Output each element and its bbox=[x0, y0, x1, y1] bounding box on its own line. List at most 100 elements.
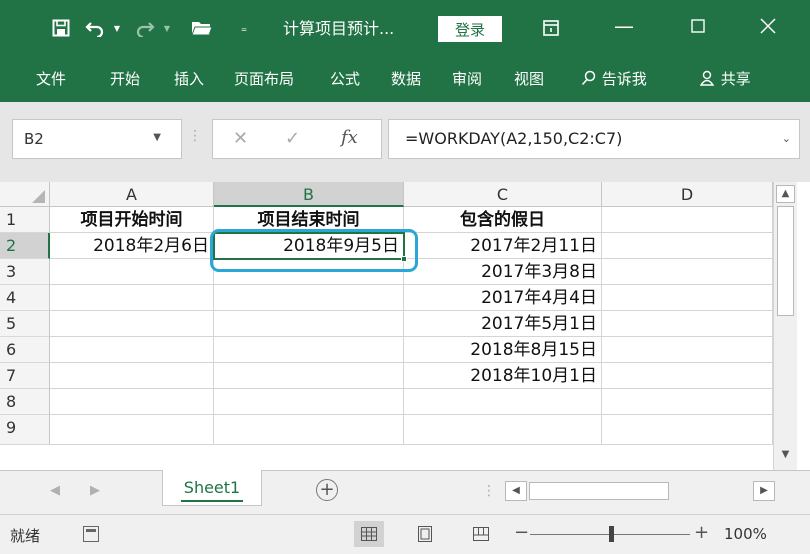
cell-b5[interactable] bbox=[214, 311, 404, 337]
name-box[interactable]: B2 ▼ bbox=[12, 119, 182, 159]
horizontal-scrollbar[interactable]: ◀ ▶ bbox=[505, 481, 775, 501]
column-header-d[interactable]: D bbox=[602, 182, 773, 207]
vertical-scroll-thumb[interactable] bbox=[777, 206, 794, 316]
scroll-right-icon[interactable]: ▶ bbox=[753, 481, 775, 501]
tab-data[interactable]: 数据 bbox=[391, 68, 421, 89]
zoom-in-icon[interactable]: + bbox=[694, 522, 709, 543]
zoom-slider-thumb[interactable] bbox=[609, 526, 614, 542]
horizontal-scroll-thumb[interactable] bbox=[529, 482, 669, 500]
share-button[interactable]: 共享 bbox=[699, 68, 751, 90]
cell-c9[interactable] bbox=[404, 415, 602, 445]
row-header-1[interactable]: 1 bbox=[0, 207, 50, 233]
chevron-down-icon[interactable]: ▼ bbox=[153, 132, 161, 143]
expand-formula-bar-icon[interactable]: ⌄ bbox=[782, 132, 791, 145]
column-header-b[interactable]: B bbox=[214, 182, 404, 207]
cell-b8[interactable] bbox=[214, 389, 404, 415]
search-icon bbox=[581, 70, 597, 90]
page-break-view-icon[interactable] bbox=[466, 521, 496, 547]
undo-icon[interactable] bbox=[84, 14, 106, 42]
scroll-up-icon[interactable]: ▲ bbox=[776, 185, 795, 203]
cancel-icon[interactable]: ✕ bbox=[233, 128, 248, 149]
tell-me-search[interactable]: 告诉我 bbox=[581, 68, 647, 90]
cell-d9[interactable] bbox=[602, 415, 773, 445]
normal-view-icon[interactable] bbox=[354, 521, 384, 547]
cell-b6[interactable] bbox=[214, 337, 404, 363]
undo-dropdown-icon[interactable]: ▼ bbox=[112, 14, 122, 42]
cell-c6[interactable]: 2018年8月15日 bbox=[404, 337, 602, 363]
maximize-icon[interactable] bbox=[678, 10, 718, 42]
cell-a5[interactable] bbox=[50, 311, 214, 337]
tab-splitter-icon[interactable]: ⋮ bbox=[482, 483, 496, 499]
row-header-8[interactable]: 8 bbox=[0, 389, 50, 415]
cell-a9[interactable] bbox=[50, 415, 214, 445]
login-button[interactable]: 登录 bbox=[438, 16, 502, 42]
cell-c1[interactable]: 包含的假日 bbox=[404, 207, 602, 233]
insert-function-icon[interactable]: fx bbox=[341, 127, 358, 148]
sheet-tab-sheet1[interactable]: Sheet1 bbox=[162, 470, 262, 506]
tab-formulas[interactable]: 公式 bbox=[330, 68, 360, 89]
cell-c5[interactable]: 2017年5月1日 bbox=[404, 311, 602, 337]
cell-d4[interactable] bbox=[602, 285, 773, 311]
macro-record-icon[interactable] bbox=[83, 526, 99, 542]
tab-view[interactable]: 视图 bbox=[514, 68, 544, 89]
row-header-4[interactable]: 4 bbox=[0, 285, 50, 311]
cell-c7[interactable]: 2018年10月1日 bbox=[404, 363, 602, 389]
row-header-6[interactable]: 6 bbox=[0, 337, 50, 363]
prev-sheet-icon[interactable]: ◀ bbox=[50, 483, 60, 498]
cell-b7[interactable] bbox=[214, 363, 404, 389]
formula-bar[interactable]: =WORKDAY(A2,150,C2:C7) ⌄ bbox=[388, 119, 800, 159]
tab-review[interactable]: 审阅 bbox=[452, 68, 482, 89]
cell-d1[interactable] bbox=[602, 207, 773, 233]
cell-d8[interactable] bbox=[602, 389, 773, 415]
redo-dropdown-icon[interactable]: ▼ bbox=[162, 14, 172, 42]
cell-a4[interactable] bbox=[50, 285, 214, 311]
row-header-2[interactable]: 2 bbox=[0, 233, 50, 259]
select-all-button[interactable] bbox=[0, 182, 50, 207]
vertical-scrollbar[interactable]: ▲ ▼ bbox=[773, 182, 797, 470]
close-icon[interactable] bbox=[748, 10, 788, 42]
cell-c8[interactable] bbox=[404, 389, 602, 415]
cell-b9[interactable] bbox=[214, 415, 404, 445]
cell-a1[interactable]: 项目开始时间 bbox=[50, 207, 214, 233]
page-layout-view-icon[interactable] bbox=[410, 521, 440, 547]
scroll-left-icon[interactable]: ◀ bbox=[505, 481, 527, 501]
redo-icon[interactable] bbox=[134, 14, 156, 42]
cell-c3[interactable]: 2017年3月8日 bbox=[404, 259, 602, 285]
save-icon[interactable] bbox=[50, 14, 72, 42]
resize-handle-icon[interactable]: ⋮ bbox=[188, 128, 202, 144]
cell-a2[interactable]: 2018年2月6日 bbox=[50, 233, 214, 259]
cell-d7[interactable] bbox=[602, 363, 773, 389]
cell-c4[interactable]: 2017年4月4日 bbox=[404, 285, 602, 311]
formula-area: B2 ▼ ⋮ ✕ ✓ fx =WORKDAY(A2,150,C2:C7) ⌄ bbox=[0, 102, 810, 182]
cell-d3[interactable] bbox=[602, 259, 773, 285]
enter-icon[interactable]: ✓ bbox=[285, 128, 300, 149]
customize-toolbar-icon[interactable]: ₌ bbox=[238, 14, 250, 42]
tab-insert[interactable]: 插入 bbox=[174, 68, 204, 89]
cell-d2[interactable] bbox=[602, 233, 773, 259]
tab-file[interactable]: 文件 bbox=[36, 68, 66, 89]
zoom-level[interactable]: 100% bbox=[724, 525, 767, 543]
row-header-9[interactable]: 9 bbox=[0, 415, 50, 445]
cell-d5[interactable] bbox=[602, 311, 773, 337]
cell-b4[interactable] bbox=[214, 285, 404, 311]
row-header-3[interactable]: 3 bbox=[0, 259, 50, 285]
minimize-icon[interactable]: — bbox=[604, 10, 644, 42]
cell-a7[interactable] bbox=[50, 363, 214, 389]
tab-page-layout[interactable]: 页面布局 bbox=[234, 68, 294, 89]
cell-a6[interactable] bbox=[50, 337, 214, 363]
row-header-5[interactable]: 5 bbox=[0, 311, 50, 337]
next-sheet-icon[interactable]: ▶ bbox=[90, 483, 100, 498]
cell-d6[interactable] bbox=[602, 337, 773, 363]
add-sheet-icon[interactable]: + bbox=[316, 479, 338, 501]
column-header-c[interactable]: C bbox=[404, 182, 602, 207]
cell-c2[interactable]: 2017年2月11日 bbox=[404, 233, 602, 259]
cell-a8[interactable] bbox=[50, 389, 214, 415]
cell-a3[interactable] bbox=[50, 259, 214, 285]
zoom-out-icon[interactable]: − bbox=[514, 522, 529, 543]
column-header-a[interactable]: A bbox=[50, 182, 214, 207]
row-header-7[interactable]: 7 bbox=[0, 363, 50, 389]
open-folder-icon[interactable] bbox=[190, 14, 214, 42]
tab-home[interactable]: 开始 bbox=[110, 68, 140, 89]
ribbon-display-options-icon[interactable] bbox=[540, 14, 562, 42]
scroll-down-icon[interactable]: ▼ bbox=[776, 446, 795, 464]
